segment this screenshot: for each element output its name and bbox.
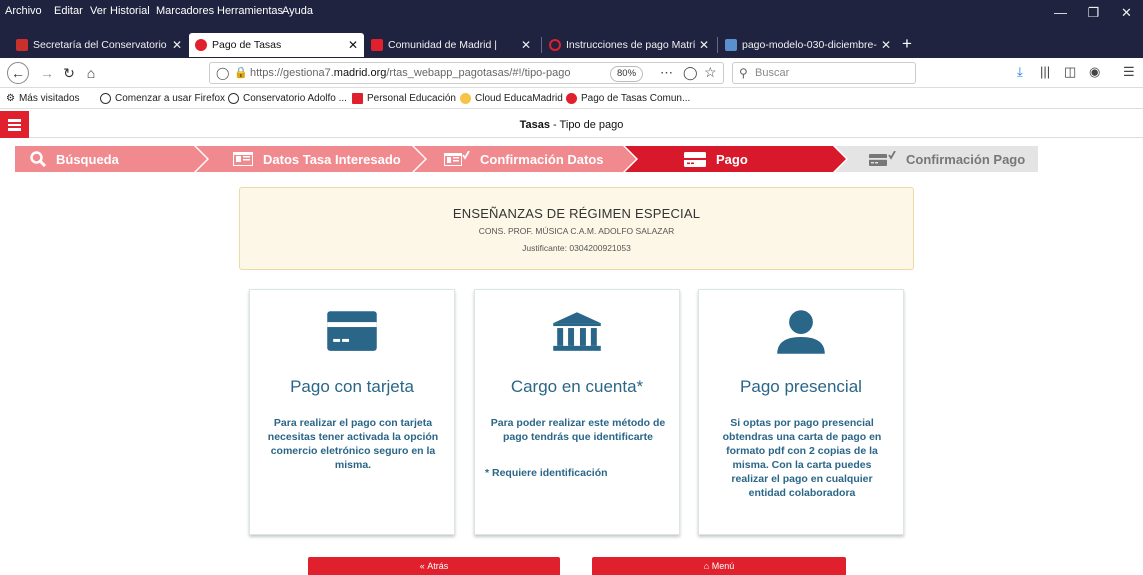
comunidad-favicon-icon: [371, 39, 383, 51]
search-icon: ⚲: [739, 66, 748, 80]
conservatorio-favicon-icon: [16, 39, 28, 51]
card-description: Si optas por pago presencial obtendras u…: [722, 417, 882, 499]
justificante: Justificante: 0304200921053: [522, 243, 631, 253]
sidebar-icon[interactable]: ◫: [1064, 64, 1076, 80]
credit-card-icon: [684, 151, 706, 167]
page-title: Tasas - Tipo de pago: [519, 119, 624, 131]
back-icon[interactable]: ←: [7, 62, 29, 84]
menu-ver[interactable]: Ver: [90, 5, 107, 17]
step-busqueda: Búsqueda: [30, 146, 119, 172]
id-card-icon: [233, 152, 253, 166]
url-bar[interactable]: ◯ 🔒 https://gestiona7.madrid.org/rtas_we…: [209, 62, 724, 84]
tasa-info-box: ENSEÑANZAS DE RÉGIMEN ESPECIAL CONS. PRO…: [239, 187, 914, 270]
download-icon[interactable]: ⤓: [1017, 64, 1023, 80]
identification-note: * Requiere identificación: [485, 467, 608, 479]
close-tab-icon[interactable]: ✕: [699, 38, 709, 52]
bookmark-mas-visitados[interactable]: ⚙ Más visitados: [6, 93, 80, 104]
tab-pago-de-tasas[interactable]: Pago de Tasas ✕: [189, 33, 364, 57]
tab-instrucciones[interactable]: Instrucciones de pago Matrícul ✕: [543, 33, 715, 57]
madrid-favicon-icon: [195, 39, 207, 51]
credit-card-check-icon: [869, 151, 896, 166]
step-datos-tasa: Datos Tasa Interesado: [233, 146, 401, 172]
card-cargo-cuenta[interactable]: Cargo en cuenta* Para poder realizar est…: [474, 289, 680, 535]
card-description: Para realizar el pago con tarjeta necesi…: [267, 417, 439, 471]
menu-editar[interactable]: Editar: [54, 5, 83, 17]
tasa-title: ENSEÑANZAS DE RÉGIMEN ESPECIAL: [452, 206, 701, 221]
bookmark-cloud-educamadrid[interactable]: Cloud EducaMadrid: [460, 93, 563, 104]
bookmark-star-icon[interactable]: ☆: [704, 64, 717, 81]
app-header: Tasas - Tipo de pago: [0, 111, 1143, 138]
forward-icon[interactable]: →: [36, 62, 58, 84]
bookmark-personal-educacion[interactable]: Personal Educación: [352, 93, 456, 104]
step-confirmacion-pago: Confirmación Pago: [869, 146, 1025, 172]
new-tab-icon[interactable]: +: [902, 33, 912, 55]
more-icon[interactable]: ⋯: [660, 65, 673, 81]
double-chevron-left-icon: «: [419, 561, 425, 571]
url-text: https://gestiona7.madrid.org/rtas_webapp…: [250, 67, 571, 79]
credit-card-icon: [327, 311, 377, 351]
close-window-icon[interactable]: ✕: [1110, 0, 1143, 27]
tab-secretaria[interactable]: Secretaría del Conservatorio de ✕: [10, 33, 188, 57]
id-card-check-icon: [444, 151, 470, 166]
minimize-icon[interactable]: —: [1044, 0, 1077, 27]
close-tab-icon[interactable]: ✕: [348, 38, 358, 52]
cloud-icon: [460, 93, 471, 104]
account-icon[interactable]: ◉: [1089, 64, 1100, 80]
menu-ayuda[interactable]: Ayuda: [282, 5, 313, 17]
card-title: Pago presencial: [740, 377, 862, 396]
menu-archivo[interactable]: Archivo: [5, 5, 42, 17]
home-icon[interactable]: ⌂: [80, 62, 102, 84]
restore-icon[interactable]: ❐: [1077, 0, 1110, 27]
globe-icon: [228, 93, 239, 104]
card-title: Pago con tarjeta: [290, 377, 414, 396]
menu-icon[interactable]: ☰: [1123, 64, 1135, 80]
back-button[interactable]: « Atrás: [308, 557, 560, 575]
card-title: Cargo en cuenta*: [510, 377, 644, 396]
bank-icon: [553, 312, 601, 351]
menu-bar: Archivo Editar Ver Historial Marcadores …: [0, 0, 1143, 27]
card-pago-tarjeta[interactable]: Pago con tarjeta Para realizar el pago c…: [249, 289, 455, 535]
shield-icon[interactable]: ◯: [216, 66, 229, 80]
image-favicon-icon: [725, 39, 737, 51]
menu-marcadores[interactable]: Marcadores: [156, 5, 214, 17]
madrid-icon: [566, 93, 577, 104]
globe-icon: [100, 93, 111, 104]
search-input[interactable]: ⚲ Buscar: [732, 62, 916, 84]
tab-comunidad-madrid[interactable]: Comunidad de Madrid | ✕: [365, 33, 537, 57]
menu-button[interactable]: ⌂ Menú: [592, 557, 846, 575]
bookmark-conservatorio[interactable]: Conservatorio Adolfo ...: [228, 93, 347, 104]
comunidad-icon: [352, 93, 363, 104]
gear-icon: ⚙: [6, 93, 15, 104]
browser-chrome: Archivo Editar Ver Historial Marcadores …: [0, 0, 1143, 63]
bookmarks-bar: ⚙ Más visitados Comenzar a usar Firefox C…: [0, 89, 1143, 109]
close-tab-icon[interactable]: ✕: [172, 38, 182, 52]
lock-icon[interactable]: 🔒: [234, 66, 248, 79]
tab-pago-modelo[interactable]: pago-modelo-030-diciembre-2 ✕: [719, 33, 897, 57]
menu-historial[interactable]: Historial: [110, 5, 150, 17]
zoom-indicator[interactable]: 80%: [610, 66, 644, 82]
home-icon: ⌂: [703, 561, 710, 571]
progress-steps: Búsqueda Datos Tasa Interesado Confirmac…: [0, 146, 1143, 172]
navigation-bar: ← → ↻ ⌂ ◯ 🔒 https://gestiona7.madrid.org…: [0, 58, 1143, 88]
bookmark-pago-tasas[interactable]: Pago de Tasas Comun...: [566, 93, 690, 104]
close-tab-icon[interactable]: ✕: [521, 38, 531, 52]
window-controls: — ❐ ✕: [1044, 0, 1143, 27]
centro-name: CONS. PROF. MÚSICA C.A.M. ADOLFO SALAZAR: [478, 226, 675, 236]
search-icon: [30, 151, 46, 167]
card-description: Para poder realizar este método de pago …: [490, 417, 666, 443]
step-pago: Pago: [684, 146, 748, 172]
loading-favicon-icon: [549, 39, 561, 51]
library-icon[interactable]: |||: [1040, 64, 1050, 79]
step-confirmacion-datos: Confirmación Datos: [444, 146, 604, 172]
bookmark-comenzar-firefox[interactable]: Comenzar a usar Firefox: [100, 93, 225, 104]
card-pago-presencial[interactable]: Pago presencial Si optas por pago presen…: [698, 289, 904, 535]
pocket-icon[interactable]: ◯: [683, 65, 698, 81]
menu-herramientas[interactable]: Herramientas: [217, 5, 283, 17]
user-icon: [777, 310, 825, 354]
reload-icon[interactable]: ↻: [58, 62, 80, 84]
close-tab-icon[interactable]: ✕: [881, 38, 891, 52]
tab-bar: Secretaría del Conservatorio de ✕ Pago d…: [0, 33, 1143, 57]
